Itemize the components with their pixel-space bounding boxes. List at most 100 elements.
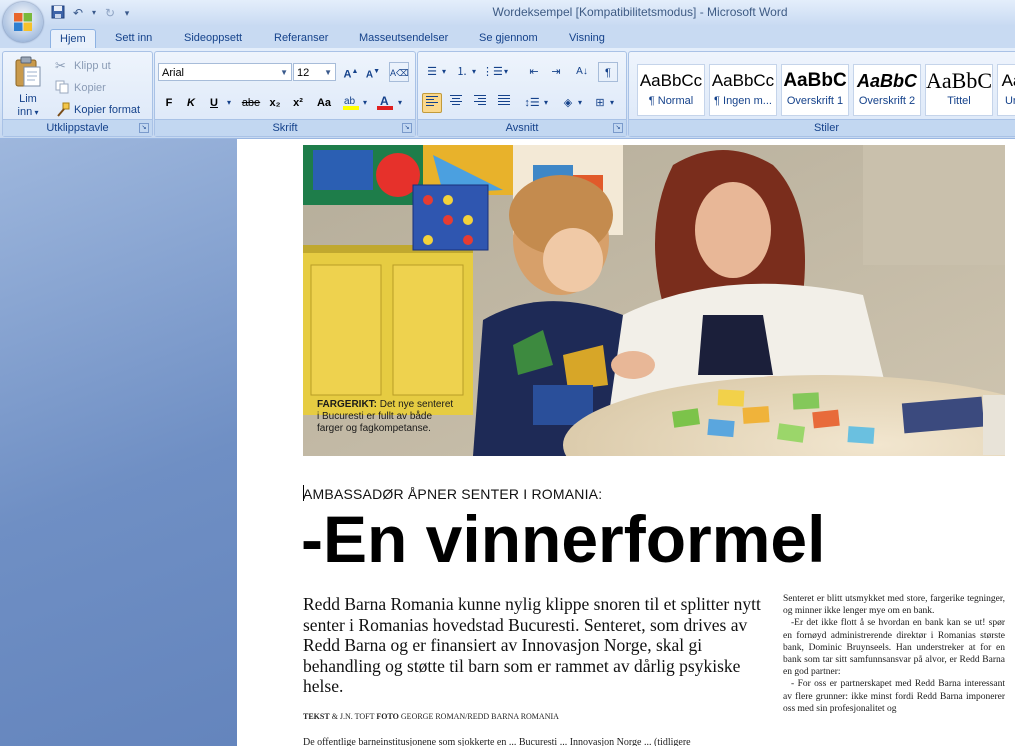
tab-masseutsendelser[interactable]: Masseutsendelser: [350, 29, 457, 48]
superscript-button[interactable]: x²: [288, 93, 308, 113]
grow-font-icon[interactable]: A▲: [341, 62, 361, 82]
chevron-down-icon: ▾: [32, 108, 39, 117]
credit-text-label: TEKST: [303, 712, 330, 721]
show-marks-icon[interactable]: ¶: [598, 62, 618, 82]
chevron-down-icon[interactable]: ▾: [608, 93, 616, 113]
side-paragraph: - For oss er partnerskapet med Redd Barn…: [783, 679, 1005, 714]
ribbon: Lim inn ▾ ✂ Klipp ut Kopier Kopier format…: [0, 48, 1015, 139]
change-case-button[interactable]: Aa: [312, 93, 336, 113]
scissors-icon: ✂: [55, 58, 66, 73]
article-headline: -En vinnerformel: [301, 502, 826, 576]
multilevel-list-icon[interactable]: ⋮☰: [482, 62, 503, 82]
paragraph-group-label: Avsnitt: [418, 119, 626, 136]
subscript-button[interactable]: x₂: [265, 93, 285, 113]
cut-button[interactable]: ✂ Klipp ut: [55, 58, 111, 74]
tab-hjem[interactable]: Hjem: [50, 29, 96, 49]
chevron-down-icon[interactable]: ▾: [502, 62, 510, 82]
style-title[interactable]: AaBbC Tittel: [925, 64, 993, 116]
chevron-down-icon[interactable]: ▾: [576, 93, 584, 113]
caption-line-2: i Bucuresti er fullt av både: [317, 411, 433, 422]
window-title: Wordeksempel [Kompatibilitetsmodus] - Mi…: [492, 5, 788, 19]
style-normal[interactable]: AaBbCc ¶ Normal: [637, 64, 705, 116]
font-size-combo[interactable]: 12 ▼: [293, 63, 336, 81]
align-left-icon[interactable]: [422, 93, 442, 113]
style-name: Tittel: [947, 95, 971, 107]
shading-icon[interactable]: ◈: [558, 93, 578, 113]
article-body-start: De offentlige barneinstitusjonene som sj…: [303, 737, 691, 746]
chevron-down-icon: ▼: [280, 68, 288, 77]
style-heading-1[interactable]: AaBbC Overskrift 1: [781, 64, 849, 116]
borders-icon[interactable]: ⊞: [590, 93, 610, 113]
style-sample: AaBbC: [783, 70, 847, 91]
font-color-icon[interactable]: A: [375, 93, 395, 113]
chevron-down-icon[interactable]: ▾: [224, 93, 234, 113]
sort-icon[interactable]: A↓: [572, 62, 592, 82]
credit-photo-label: FOTO: [376, 712, 399, 721]
bold-button[interactable]: F: [159, 93, 179, 113]
article-kicker: AMBASSADØR ÅPNER SENTER I ROMANIA:: [303, 486, 603, 502]
italic-button[interactable]: K: [181, 93, 201, 113]
font-name-value: Arial: [162, 67, 185, 79]
copy-label: Kopier: [74, 81, 106, 94]
styles-group: AaBbCc ¶ Normal AaBbCc ¶ Ingen m... AaBb…: [628, 51, 1015, 137]
ribbon-tabs: Hjem Sett inn Sideoppsett Referanser Mas…: [0, 26, 1015, 49]
document-page[interactable]: FARGERIKT: Det nye senteret i Bucuresti …: [237, 139, 1015, 746]
chevron-down-icon[interactable]: ▾: [470, 62, 478, 82]
line-spacing-icon[interactable]: ↕☰: [522, 93, 542, 113]
numbering-icon[interactable]: ⒈: [452, 62, 472, 82]
credit-author: & J.N. TOFT: [329, 712, 377, 721]
style-subtitle[interactable]: Aa Un: [997, 64, 1015, 116]
tab-referanser[interactable]: Referanser: [265, 29, 337, 48]
style-sample: AaBbC: [926, 68, 992, 93]
paste-label-1: Lim: [19, 93, 37, 105]
chevron-down-icon[interactable]: ▾: [395, 93, 405, 113]
tab-sett-inn[interactable]: Sett inn: [106, 29, 161, 48]
document-workspace: FARGERIKT: Det nye senteret i Bucuresti …: [0, 139, 1015, 746]
tab-sideoppsett[interactable]: Sideoppsett: [175, 29, 251, 48]
photo-caption: FARGERIKT: Det nye senteret i Bucuresti …: [317, 399, 453, 435]
format-painter-label: Kopier format: [74, 103, 141, 116]
caption-line-3: farger og fagkompetanse.: [317, 423, 431, 434]
office-button[interactable]: [3, 2, 43, 42]
style-sample: AaBbC: [856, 71, 917, 91]
chevron-down-icon[interactable]: ▾: [440, 62, 448, 82]
font-name-combo[interactable]: Arial ▼: [158, 63, 292, 81]
copy-icon: [55, 80, 71, 96]
shrink-font-icon[interactable]: A▼: [363, 62, 383, 82]
font-group: Arial ▼ 12 ▼ A▲ A▼ A⌫ F K U ▾ abe x₂ x² …: [154, 51, 416, 137]
dialog-launcher-icon[interactable]: ↘: [402, 123, 412, 133]
justify-icon[interactable]: [494, 93, 514, 113]
paste-button[interactable]: Lim inn ▾: [11, 56, 45, 119]
align-center-icon[interactable]: [446, 93, 466, 113]
style-name: ¶ Normal: [648, 95, 694, 107]
clipboard-group: Lim inn ▾ ✂ Klipp ut Kopier Kopier format…: [2, 51, 153, 137]
underline-button[interactable]: U: [204, 93, 224, 113]
paste-label-2: inn: [17, 106, 33, 118]
copy-button[interactable]: Kopier: [55, 80, 106, 96]
increase-indent-icon[interactable]: ⇥: [546, 62, 566, 82]
highlight-icon[interactable]: ab: [341, 93, 361, 113]
caption-label: FARGERIKT:: [317, 399, 377, 410]
clear-formatting-icon[interactable]: A⌫: [389, 62, 409, 82]
style-heading-2[interactable]: AaBbC Overskrift 2: [853, 64, 921, 116]
decrease-indent-icon[interactable]: ⇤: [524, 62, 544, 82]
credit-photographer: GEORGE ROMAN/REDD BARNA ROMANIA: [398, 712, 559, 721]
chevron-down-icon[interactable]: ▾: [361, 93, 369, 113]
style-name: Overskrift 2: [858, 95, 916, 107]
caption-line-1: Det nye senteret: [377, 399, 454, 410]
side-paragraph: Senteret er blitt utsmykket med store, f…: [783, 594, 1005, 617]
format-painter-button[interactable]: Kopier format: [55, 102, 140, 118]
bullets-icon[interactable]: ☰: [422, 62, 442, 82]
style-no-spacing[interactable]: AaBbCc ¶ Ingen m...: [709, 64, 777, 116]
paste-icon: [15, 56, 41, 87]
paintbrush-icon: [55, 102, 71, 118]
tab-se-gjennom[interactable]: Se gjennom: [470, 29, 547, 48]
dialog-launcher-icon[interactable]: ↘: [139, 123, 149, 133]
align-right-icon[interactable]: [470, 93, 490, 113]
article-photo: FARGERIKT: Det nye senteret i Bucuresti …: [303, 145, 1005, 456]
style-sample: Aa: [1001, 71, 1015, 90]
strikethrough-button[interactable]: abe: [239, 93, 263, 113]
dialog-launcher-icon[interactable]: ↘: [613, 123, 623, 133]
chevron-down-icon[interactable]: ▾: [542, 93, 550, 113]
tab-visning[interactable]: Visning: [560, 29, 614, 48]
